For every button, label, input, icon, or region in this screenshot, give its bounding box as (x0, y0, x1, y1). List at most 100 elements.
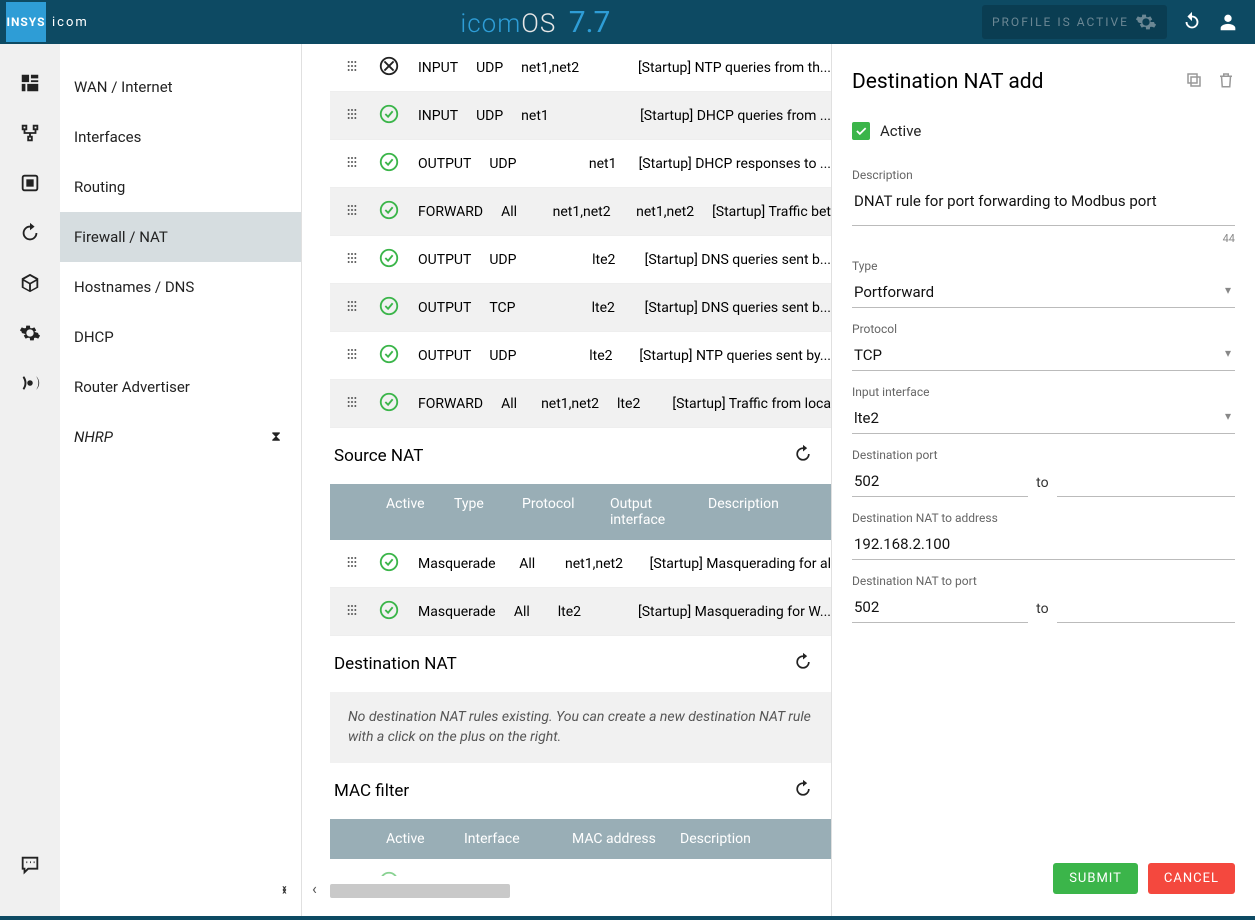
dest-port-from-input[interactable] (852, 466, 1028, 497)
detail-panel-header: Destination NAT add (832, 44, 1255, 112)
filter-rule-row[interactable]: OUTPUTUDPlte2[Startup] NTP queries sent … (330, 332, 831, 380)
broadcast-icon[interactable] (19, 372, 41, 394)
filter-rule-row[interactable]: OUTPUTTCPlte2[Startup] DNS queries sent … (330, 284, 831, 332)
rule-direction: FORWARD (418, 396, 483, 412)
th-protocol: Protocol (522, 496, 592, 528)
sidebar-labels-collapse-icon[interactable]: ‹ (282, 879, 287, 900)
drag-handle-icon[interactable] (344, 394, 360, 414)
sidebar-item-router-adv[interactable]: Router Advertiser (60, 362, 301, 412)
drag-handle-icon[interactable] (344, 106, 360, 126)
drag-handle-icon[interactable] (344, 298, 360, 318)
sidebar-item-nhrp[interactable]: NHRP⧗ (60, 412, 301, 462)
section-title: Destination NAT (334, 654, 457, 674)
drag-handle-icon[interactable] (344, 346, 360, 366)
to-label: to (1036, 475, 1048, 497)
description-counter: 44 (852, 232, 1235, 245)
reload-icon[interactable] (793, 652, 813, 677)
status-active-icon (378, 599, 400, 625)
submit-button[interactable]: SUBMIT (1053, 863, 1138, 894)
sidebar-item-label: DHCP (74, 328, 114, 346)
refresh-icon[interactable] (19, 222, 41, 244)
sidebar-item-wan[interactable]: WAN / Internet (60, 62, 301, 112)
sidebar-item-dhcp[interactable]: DHCP (60, 312, 301, 362)
filter-rule-row[interactable]: INPUTUDPnet1[Startup] DHCP queries from … (330, 92, 831, 140)
rule-protocol: UDP (476, 108, 503, 124)
delete-icon[interactable] (1217, 71, 1235, 93)
dnat-address-input[interactable] (852, 529, 1235, 560)
sidebar-item-hostnames[interactable]: Hostnames / DNS (60, 262, 301, 312)
section-mac-filter-header: MAC filter (330, 763, 831, 819)
logo-square: INSYS (6, 2, 46, 42)
chat-icon[interactable] (19, 854, 41, 876)
routing-icon[interactable] (19, 172, 41, 194)
rule-desc: [Startup] DNS queries sent b... (645, 300, 831, 316)
cube-icon[interactable] (19, 272, 41, 294)
reload-icon[interactable] (793, 779, 813, 804)
filter-rule-row[interactable]: OUTPUTUDPnet1[Startup] DHCP responses to… (330, 140, 831, 188)
drag-handle-icon[interactable] (344, 873, 360, 876)
dest-port-to-input[interactable] (1057, 466, 1235, 497)
rules-scroll-area: INPUTUDPnet1,net2[Startup] NTP queries f… (330, 44, 831, 876)
drag-handle-icon[interactable] (344, 250, 360, 270)
status-active-icon (378, 295, 400, 321)
rule-dst: net1 (589, 156, 621, 172)
type-select[interactable] (852, 277, 1235, 308)
snat-rule-row[interactable]: MasqueradeAlllte2[Startup] Masquerading … (330, 588, 831, 636)
rule-desc: [Startup] DNS queries sent b... (645, 252, 831, 268)
filter-rule-row[interactable]: FORWARDAllnet1,net2net1,net2[Startup] Tr… (330, 188, 831, 236)
rule-dst: lte2 (592, 252, 627, 268)
filter-rule-row[interactable]: INPUTUDPnet1,net2[Startup] NTP queries f… (330, 44, 831, 92)
status-active-icon (378, 151, 400, 177)
drag-handle-icon[interactable] (344, 602, 360, 622)
rule-protocol: UDP (489, 156, 516, 172)
brand: icomOS 7.7 (89, 5, 982, 40)
topbar-right: PROFILE IS ACTIVE (982, 5, 1255, 39)
description-input[interactable] (852, 186, 1235, 226)
drag-handle-icon[interactable] (344, 202, 360, 222)
hourglass-icon: ⧗ (271, 429, 281, 445)
profile-status-button[interactable]: PROFILE IS ACTIVE (982, 5, 1167, 39)
section-source-nat-header: Source NAT (330, 428, 831, 484)
drag-handle-icon[interactable] (344, 58, 360, 78)
active-checkbox-row[interactable]: Active (852, 122, 1235, 140)
rule-direction: INPUT (418, 108, 458, 124)
snat-desc: [Startup] Masquerading for al (650, 556, 831, 572)
dnat-port-to-input[interactable] (1057, 592, 1235, 623)
network-icon[interactable] (19, 122, 41, 144)
h-scrollbar[interactable] (330, 884, 510, 898)
dashboard-icon[interactable] (19, 72, 41, 94)
protocol-select[interactable] (852, 340, 1235, 371)
status-active-icon (378, 199, 400, 225)
dnat-port-from-input[interactable] (852, 592, 1028, 623)
settings-icon[interactable] (19, 322, 41, 344)
undo-icon[interactable] (1181, 11, 1203, 33)
sidebar-item-label: Routing (74, 178, 125, 196)
detail-panel: Destination NAT add Active Description 4… (831, 44, 1255, 916)
reload-icon[interactable] (793, 444, 813, 469)
topbar: INSYS icom icomOS 7.7 PROFILE IS ACTIVE (0, 0, 1255, 44)
drag-handle-icon[interactable] (344, 154, 360, 174)
rule-desc: [Startup] DHCP responses to ... (639, 156, 831, 172)
status-active-icon (378, 551, 400, 577)
checkbox-checked-icon[interactable] (852, 122, 870, 140)
scroll-left-icon[interactable]: ‹ (312, 879, 317, 898)
cancel-button[interactable]: CANCEL (1148, 863, 1235, 894)
protocol-label: Protocol (852, 322, 1235, 336)
snat-outif: net1,net2 (565, 556, 632, 572)
rule-dst: lte2 (617, 396, 654, 412)
rule-src: net1,net2 (553, 204, 618, 220)
gear-icon (1135, 11, 1157, 33)
input-interface-select[interactable] (852, 403, 1235, 434)
sidebar-item-interfaces[interactable]: Interfaces (60, 112, 301, 162)
th-type: Type (454, 496, 504, 528)
status-active-icon (378, 391, 400, 417)
drag-handle-icon[interactable] (344, 554, 360, 574)
sidebar-item-routing[interactable]: Routing (60, 162, 301, 212)
snat-rule-row[interactable]: MasqueradeAllnet1,net2[Startup] Masquera… (330, 540, 831, 588)
filter-rule-row[interactable]: FORWARDAllnet1,net2lte2[Startup] Traffic… (330, 380, 831, 428)
mac-row[interactable]: FF:FF:FF:FF:FF:FF All nets: allow broadc… (330, 859, 831, 876)
user-icon[interactable] (1217, 11, 1239, 33)
filter-rule-row[interactable]: OUTPUTUDPlte2[Startup] DNS queries sent … (330, 236, 831, 284)
sidebar-item-firewall[interactable]: Firewall / NAT (60, 212, 301, 262)
copy-icon[interactable] (1185, 71, 1203, 93)
